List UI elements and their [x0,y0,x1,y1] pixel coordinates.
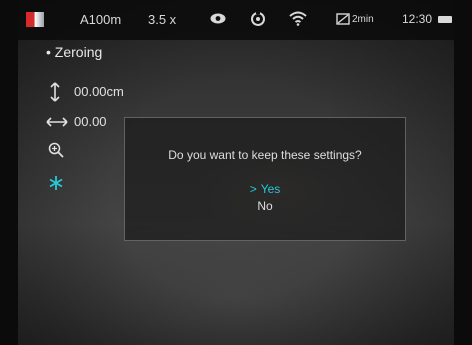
confirm-dialog: Do you want to keep these settings? > Yes… [124,117,406,241]
bullet: • [46,44,55,60]
vertical-arrows-icon [50,82,60,102]
status-bar: A100m 3.5 x 2min 12:30 [18,0,454,40]
eye-icon [210,13,226,24]
clock-readout: 12:30 [402,12,433,26]
chevron-right-icon: > [249,182,257,196]
thermal-view: A100m 3.5 x 2min 12:30 • Zeroing 00.00cm… [18,0,454,345]
option-yes-label: Yes [260,182,281,196]
horizontal-arrows-icon [46,117,68,127]
horizontal-value: 00.00 [74,114,107,129]
rotate-icon [251,11,265,26]
option-no-label: No [257,199,273,213]
vertical-value: 00.00cm [74,84,124,99]
option-no[interactable]: No [125,199,405,213]
range-readout: A100m [80,12,122,27]
menu-title: • Zeroing [46,44,102,60]
timer-readout: 2min [352,14,374,25]
zoom-readout: 3.5 x [148,12,177,27]
menu-title-label: Zeroing [54,44,103,60]
zoom-in-icon [48,142,64,158]
snowflake-icon [49,176,63,190]
dialog-question: Do you want to keep these settings? [168,148,362,162]
palette-red-icon [26,12,44,27]
photo-timer-icon [336,13,350,25]
wifi-icon [289,11,307,26]
battery-icon [438,16,452,23]
option-yes[interactable]: > Yes [125,182,405,196]
